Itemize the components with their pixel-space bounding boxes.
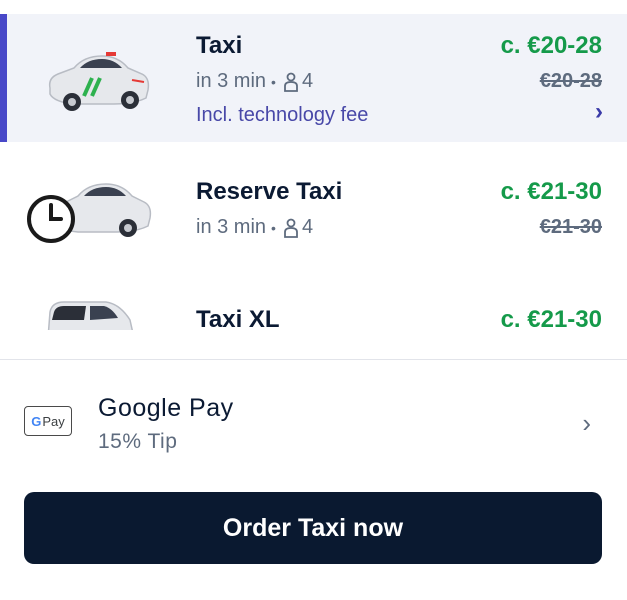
taxi-car-icon <box>48 52 150 111</box>
option-meta: in 3 min • 4 <box>196 70 313 93</box>
selected-indicator <box>0 14 7 142</box>
chevron-right-icon[interactable]: › <box>582 408 591 439</box>
payment-method-name: Google Pay <box>98 394 234 422</box>
option-meta: in 3 min • 4 <box>196 216 313 239</box>
payment-method-row[interactable]: G Pay Google Pay 15% Tip › <box>0 380 627 470</box>
option-title: Taxi <box>196 32 243 59</box>
option-price: c. €21-30 <box>500 306 602 330</box>
option-old-price: €20-28 <box>539 70 602 92</box>
meta-separator: • <box>271 73 276 90</box>
option-title: Taxi XL <box>196 306 280 330</box>
google-pay-badge-text: Pay <box>42 413 65 429</box>
passenger-icon <box>284 218 298 238</box>
order-taxi-button[interactable]: Order Taxi now <box>24 492 602 564</box>
chevron-right-icon[interactable]: › <box>595 98 603 126</box>
option-eta: in 3 min <box>196 216 267 238</box>
google-pay-icon: G Pay <box>24 406 72 436</box>
option-price: c. €21-30 <box>500 178 602 205</box>
xl-car-icon <box>47 301 133 330</box>
option-old-price: €21-30 <box>539 216 602 238</box>
option-price: c. €20-28 <box>500 32 602 59</box>
divider <box>0 359 627 360</box>
tip-label: 15% Tip <box>98 430 178 453</box>
ride-option-reserve-taxi[interactable]: Reserve Taxi in 3 min • 4 c. €21-30 €21-… <box>0 142 627 272</box>
option-fee-note: Incl. technology fee <box>196 104 369 126</box>
ride-option-taxi-xl[interactable]: Taxi XL c. €21-30 <box>0 280 627 330</box>
google-g-letter: G <box>31 413 42 429</box>
option-seats: 4 <box>301 70 314 92</box>
passenger-icon <box>284 72 298 92</box>
ride-option-taxi[interactable]: Taxi in 3 min • 4 Incl. technology fee c… <box>0 14 627 142</box>
option-seats: 4 <box>301 216 314 238</box>
meta-separator: • <box>271 219 276 236</box>
option-eta: in 3 min <box>196 70 267 92</box>
clock-car-icon <box>27 183 152 243</box>
option-title: Reserve Taxi <box>196 178 343 205</box>
